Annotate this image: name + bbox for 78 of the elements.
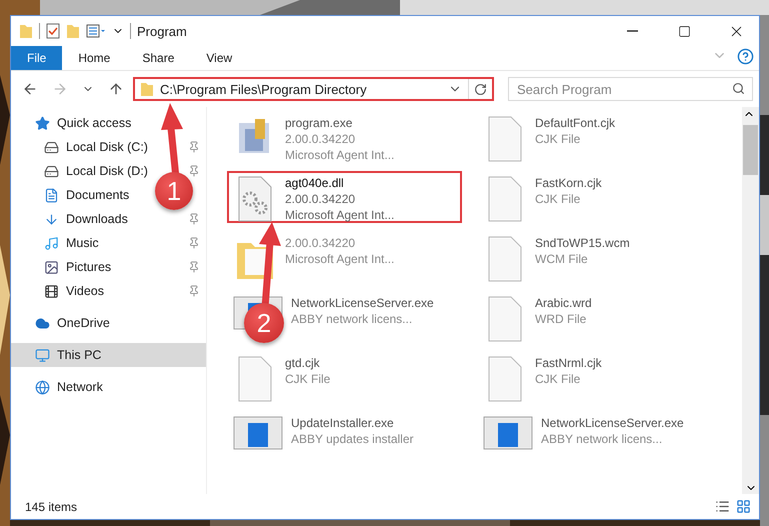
drive-icon [44,164,59,178]
address-field[interactable]: C:\Program Files\Program Directory [133,77,494,101]
sidebar-item[interactable]: Downloads [44,212,128,226]
pin-icon[interactable] [188,237,200,249]
minimize-icon [626,30,638,32]
window-icon [233,415,283,451]
document-icon [44,188,59,202]
scroll-thumb[interactable] [743,125,758,175]
help-icon [737,48,754,65]
file-detail: CJK File [535,371,582,387]
folder-icon [140,81,154,97]
sidebar-item[interactable]: This PC [35,348,102,362]
sidebar-item[interactable]: Music [44,236,99,250]
search-icon [732,82,745,95]
sidebar-item[interactable]: Local Disk (C:) [44,140,148,154]
refresh-icon [474,82,487,96]
file-detail: CJK File [535,191,582,207]
file-detail: Microsoft Agent Int... [285,147,394,163]
file-name[interactable]: UpdateInstaller.exe [291,415,414,431]
ribbon-tab[interactable]: Home [62,46,126,70]
file-detail: ABBY network licens... [541,431,664,447]
sidebar-item[interactable]: Quick access [35,116,132,130]
ribbon-tab[interactable]: File [11,46,62,70]
file-detail: ABBY network licens... [291,311,414,327]
file-name[interactable]: agt040e.dll [285,175,394,191]
large-icons-view-icon[interactable] [736,499,751,514]
sidebar-item[interactable]: OneDrive [35,316,110,330]
sidebar-item[interactable]: Local Disk (D:) [44,164,148,178]
window-title: Program [137,24,187,38]
sidebar-item[interactable]: Documents [44,188,130,202]
cloud-icon [35,316,50,330]
picture-icon [44,260,59,274]
pin-icon[interactable] [188,213,200,225]
file-detail: 2.00.0.34220 [285,191,356,207]
file-name[interactable]: gtd.cjk [285,355,330,371]
checklist-icon[interactable] [46,23,60,39]
file-detail: CJK File [535,131,582,147]
file-detail: WRD File [535,311,588,327]
file-name[interactable]: Arabic.wrd [535,295,592,311]
sidebar-item[interactable]: Network [35,380,103,394]
globe-icon [35,380,50,394]
window-icon [483,415,533,451]
ribbon-tab[interactable]: Share [126,46,190,70]
drive-icon [44,140,59,154]
file-name[interactable]: NetworkLicenseServer.exe [291,295,434,311]
item-count: 145 items [25,500,78,514]
file-detail: ABBY updates installer [291,431,414,447]
download-icon [44,212,59,226]
file-detail: Microsoft Agent Int... [285,207,394,223]
film-icon [44,284,59,298]
file-detail: 2.00.0.34220 [285,131,356,147]
monitor-icon [35,348,50,362]
folder-icon[interactable] [66,23,80,39]
file-name[interactable]: DefaultFont.cjk [535,115,616,131]
pin-icon[interactable] [188,141,200,153]
scrollbar[interactable] [742,107,759,494]
music-note-icon [44,236,59,250]
file-detail: Microsoft Agent Int... [285,251,394,267]
properties-icon[interactable] [86,23,106,39]
file-name[interactable]: NetworkLicenseServer.exe [541,415,684,431]
file-detail: 2.00.0.34220 [285,235,356,251]
file-detail: CJK File [285,371,330,387]
file-name[interactable]: FastKorn.cjk [535,175,602,191]
file-name[interactable]: program.exe [285,115,394,131]
folder-icon[interactable] [19,23,33,39]
pin-icon[interactable] [188,165,200,177]
sidebar-item[interactable]: Pictures [44,260,112,274]
file-name[interactable]: FastNrml.cjk [535,355,602,371]
sidebar-item[interactable]: Videos [44,284,104,298]
maximize-icon [678,24,690,38]
file-name[interactable]: SndToWP15.wcm [535,235,630,251]
pin-icon[interactable] [188,285,200,297]
file-detail: WCM File [535,251,589,267]
star-icon [35,116,50,130]
ribbon-tab[interactable]: View [190,46,248,70]
pin-icon[interactable] [188,261,200,273]
search-field[interactable]: Search Program [508,77,753,101]
details-view-icon[interactable] [715,499,730,514]
